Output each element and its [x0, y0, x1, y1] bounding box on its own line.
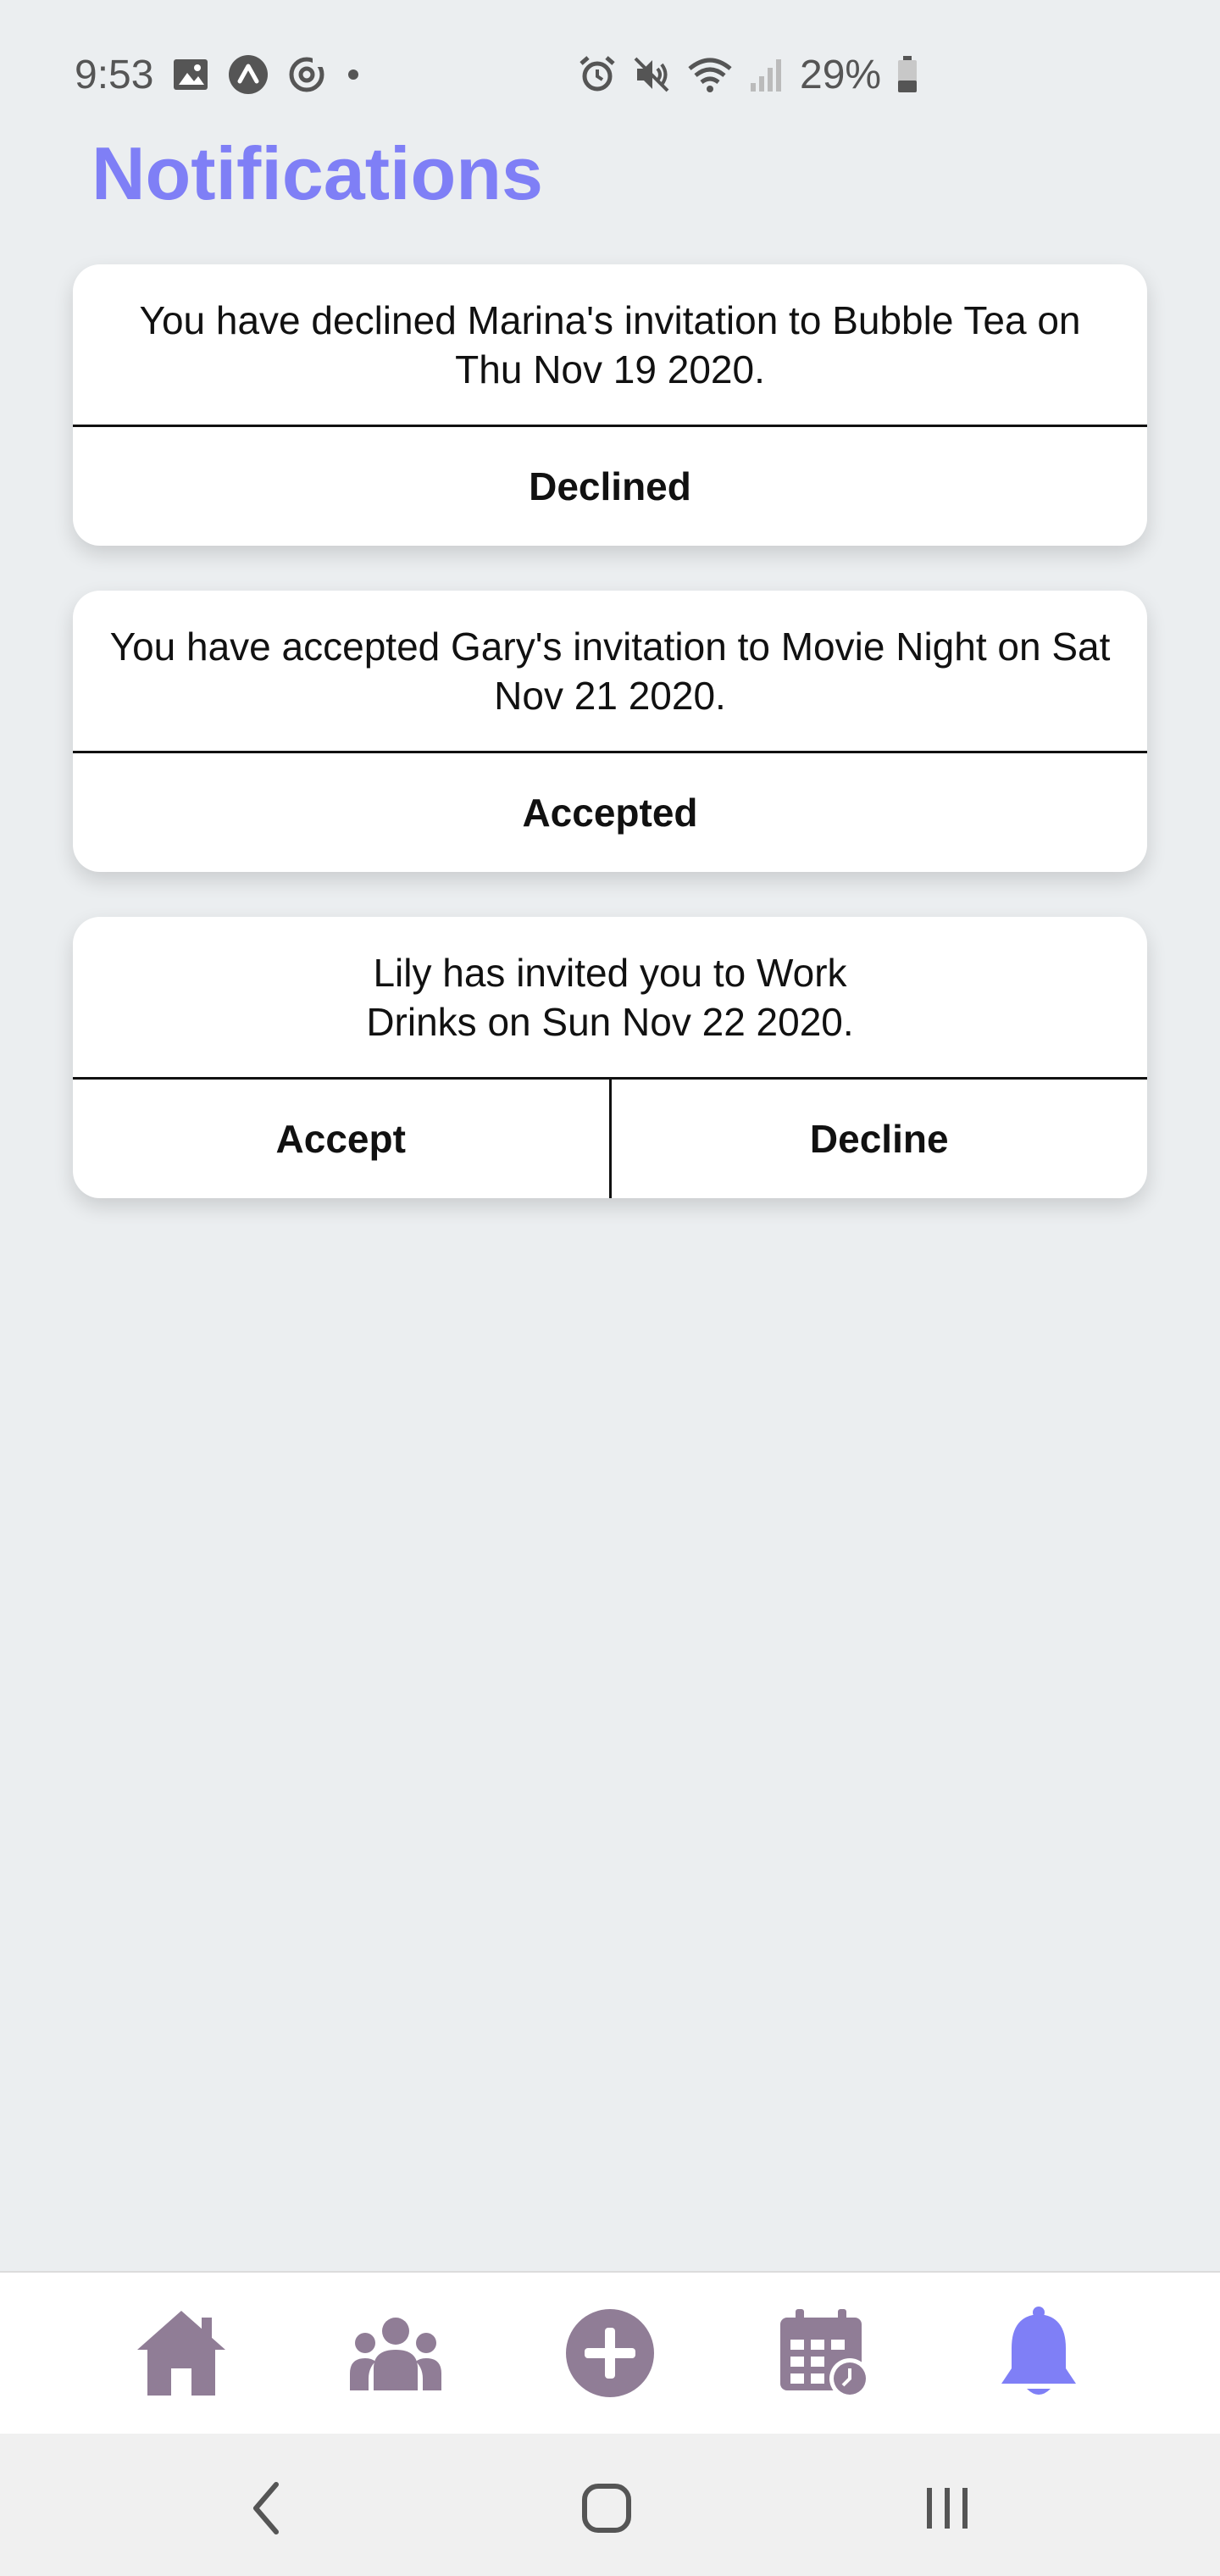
calendar-icon: [779, 2309, 870, 2399]
back-button[interactable]: [224, 2466, 308, 2551]
friends-icon: [350, 2318, 442, 2390]
home-icon: [137, 2311, 226, 2396]
recents-button[interactable]: [905, 2466, 990, 2551]
notification-actions: Accepted: [73, 753, 1147, 872]
notification-card: You have accepted Gary's invitation to M…: [73, 591, 1147, 872]
bottom-nav: [0, 2271, 1220, 2434]
signal-icon: [749, 56, 785, 93]
accepted-status-button[interactable]: Accepted: [73, 753, 1147, 872]
clock: 9:53: [75, 52, 154, 97]
recents-icon: [927, 2488, 968, 2529]
page-title: Notifications: [92, 131, 543, 215]
notification-message: You have accepted Gary's invitation to M…: [73, 591, 1147, 753]
notifications-bell-icon: [1001, 2307, 1076, 2395]
notification-card: You have declined Marina's invitation to…: [73, 264, 1147, 546]
app-logo-icon: [228, 54, 269, 95]
notification-card: Lily has invited you to Work Drinks on S…: [73, 917, 1147, 1198]
decline-button[interactable]: Decline: [608, 1080, 1148, 1198]
alarm-icon: [578, 55, 617, 94]
add-icon: [565, 2309, 654, 2397]
nav-add[interactable]: [555, 2298, 665, 2408]
home-system-button[interactable]: [564, 2466, 649, 2551]
back-icon: [253, 2482, 279, 2534]
dot-icon: [345, 66, 362, 83]
notification-message: You have declined Marina's invitation to…: [73, 264, 1147, 427]
gallery-icon: [172, 58, 209, 92]
battery-percent: 29%: [800, 52, 882, 97]
home-button-icon: [582, 2484, 631, 2533]
declined-status-button[interactable]: Declined: [73, 427, 1147, 546]
status-left: 9:53: [75, 49, 362, 100]
wifi-icon: [686, 55, 734, 94]
status-right: 29%: [578, 49, 918, 100]
system-nav-bar: [0, 2434, 1220, 2576]
nav-friends[interactable]: [341, 2298, 451, 2408]
accept-button[interactable]: Accept: [73, 1080, 609, 1198]
nav-notifications[interactable]: [984, 2298, 1094, 2408]
sync-icon: [287, 55, 326, 94]
battery-icon: [896, 55, 918, 94]
notification-message: Lily has invited you to Work Drinks on S…: [73, 917, 1147, 1080]
notification-actions: Declined: [73, 427, 1147, 546]
nav-calendar[interactable]: [769, 2298, 879, 2408]
nav-home[interactable]: [126, 2298, 236, 2408]
mute-icon: [632, 55, 671, 94]
notification-actions: Accept Decline: [73, 1080, 1147, 1198]
